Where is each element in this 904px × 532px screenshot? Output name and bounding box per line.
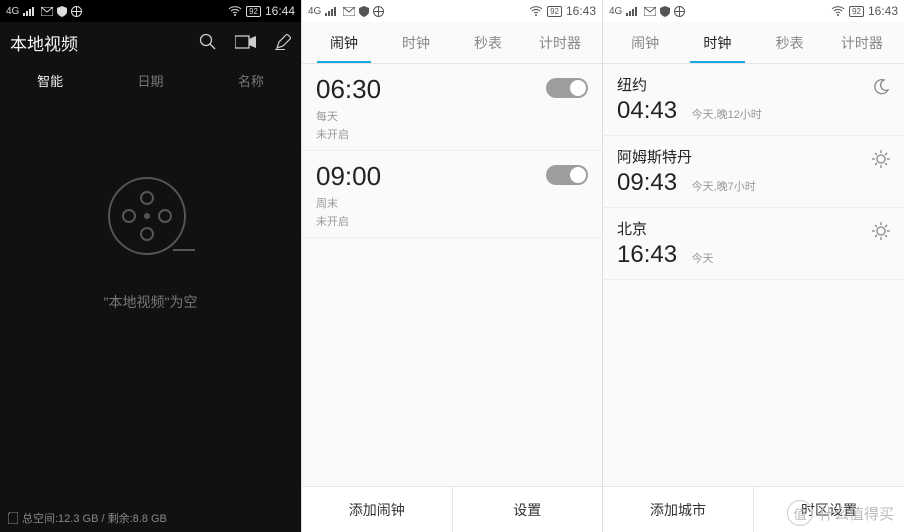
add-city-button[interactable]: 添加城市 [603, 487, 754, 532]
alarm-item[interactable]: 06:30 每天 未开启 [302, 64, 602, 151]
battery-indicator: 92 [849, 6, 864, 17]
wifi-icon [228, 6, 242, 16]
alarm-toggle[interactable] [546, 165, 588, 185]
tab-timer[interactable]: 计时器 [826, 33, 898, 63]
city-item[interactable]: 纽约 04:43 今天,晚12小时 [603, 64, 904, 136]
signal-4g-label: 4G [6, 6, 19, 17]
clock-tabs: 闹钟 时钟 秒表 计时器 [603, 22, 904, 64]
city-item[interactable]: 阿姆斯特丹 09:43 今天,晚7小时 [603, 136, 904, 208]
alarm-status: 未开启 [316, 126, 588, 142]
storage-info: 总空间:12.3 GB / 剩余:8.8 GB [8, 510, 167, 526]
wifi-icon [529, 6, 543, 16]
signal-4g-label: 4G [609, 6, 622, 17]
city-name: 北京 [617, 218, 890, 239]
envelope-icon [644, 7, 656, 16]
film-reel-icon [103, 168, 199, 264]
wifi-icon [831, 6, 845, 16]
tab-clock[interactable]: 时钟 [380, 33, 452, 63]
city-name: 纽约 [617, 74, 890, 95]
status-bar: 4G 92 16:43 [603, 0, 904, 22]
panel-alarm: 4G 92 16:43 闹钟 时钟 秒表 计时器 06:30 每天 未开启 09… [301, 0, 603, 532]
city-offset: 今天 [692, 253, 714, 265]
clock-tabs: 闹钟 时钟 秒表 计时器 [302, 22, 602, 64]
tab-alarm[interactable]: 闹钟 [609, 33, 681, 63]
panel-local-video: 4G 92 16:44 本地视频 智能 日期 名称 [0, 0, 301, 532]
empty-label: "本地视频"为空 [104, 292, 198, 312]
sd-card-icon [8, 512, 18, 524]
camera-icon[interactable] [235, 35, 257, 49]
sun-icon [872, 150, 890, 173]
envelope-icon [41, 7, 53, 16]
search-icon[interactable] [199, 33, 217, 51]
city-time: 16:43 [617, 241, 677, 269]
city-time: 04:43 [617, 97, 677, 125]
tab-date[interactable]: 日期 [100, 71, 200, 90]
sun-icon [872, 222, 890, 245]
empty-state: "本地视频"为空 [0, 168, 301, 312]
page-title: 本地视频 [10, 30, 78, 55]
bottom-bar: 添加城市 时区设置 [603, 486, 904, 532]
alarm-repeat: 每天 [316, 108, 588, 124]
city-offset: 今天,晚12小时 [692, 109, 762, 121]
tab-stopwatch[interactable]: 秒表 [452, 33, 524, 63]
panel-world-clock: 4G 92 16:43 闹钟 时钟 秒表 计时器 纽约 04:43 今天,晚12… [603, 0, 904, 532]
settings-button[interactable]: 设置 [453, 487, 603, 532]
tab-smart[interactable]: 智能 [0, 71, 100, 90]
tab-alarm[interactable]: 闹钟 [308, 33, 380, 63]
city-offset: 今天,晚7小时 [692, 181, 756, 193]
tab-clock[interactable]: 时钟 [681, 33, 753, 63]
envelope-icon [343, 7, 355, 16]
city-time: 09:43 [617, 169, 677, 197]
tab-name[interactable]: 名称 [201, 71, 301, 90]
alarm-toggle[interactable] [546, 78, 588, 98]
status-clock: 16:43 [868, 4, 898, 18]
alarm-status: 未开启 [316, 213, 588, 229]
moon-icon [872, 78, 890, 101]
globe-icon [373, 6, 384, 17]
status-bar: 4G 92 16:43 [302, 0, 602, 22]
globe-icon [71, 6, 82, 17]
bottom-bar: 添加闹钟 设置 [302, 486, 602, 532]
tab-timer[interactable]: 计时器 [524, 33, 596, 63]
signal-icon [23, 6, 37, 16]
shield-icon [359, 6, 369, 17]
status-clock: 16:43 [566, 4, 596, 18]
tz-settings-button[interactable]: 时区设置 [754, 487, 904, 532]
signal-icon [626, 6, 640, 16]
titlebar: 本地视频 [0, 22, 301, 62]
shield-icon [660, 6, 670, 17]
alarm-item[interactable]: 09:00 周末 未开启 [302, 151, 602, 238]
tab-stopwatch[interactable]: 秒表 [754, 33, 826, 63]
signal-icon [325, 6, 339, 16]
video-tabs: 智能 日期 名称 [0, 62, 301, 98]
shield-icon [57, 6, 67, 17]
status-bar: 4G 92 16:44 [0, 0, 301, 22]
city-name: 阿姆斯特丹 [617, 146, 890, 167]
add-alarm-button[interactable]: 添加闹钟 [302, 487, 453, 532]
globe-icon [674, 6, 685, 17]
status-clock: 16:44 [265, 4, 295, 18]
alarm-repeat: 周末 [316, 195, 588, 211]
city-item[interactable]: 北京 16:43 今天 [603, 208, 904, 280]
edit-icon[interactable] [275, 34, 291, 50]
battery-indicator: 92 [246, 6, 261, 17]
signal-4g-label: 4G [308, 6, 321, 17]
battery-indicator: 92 [547, 6, 562, 17]
